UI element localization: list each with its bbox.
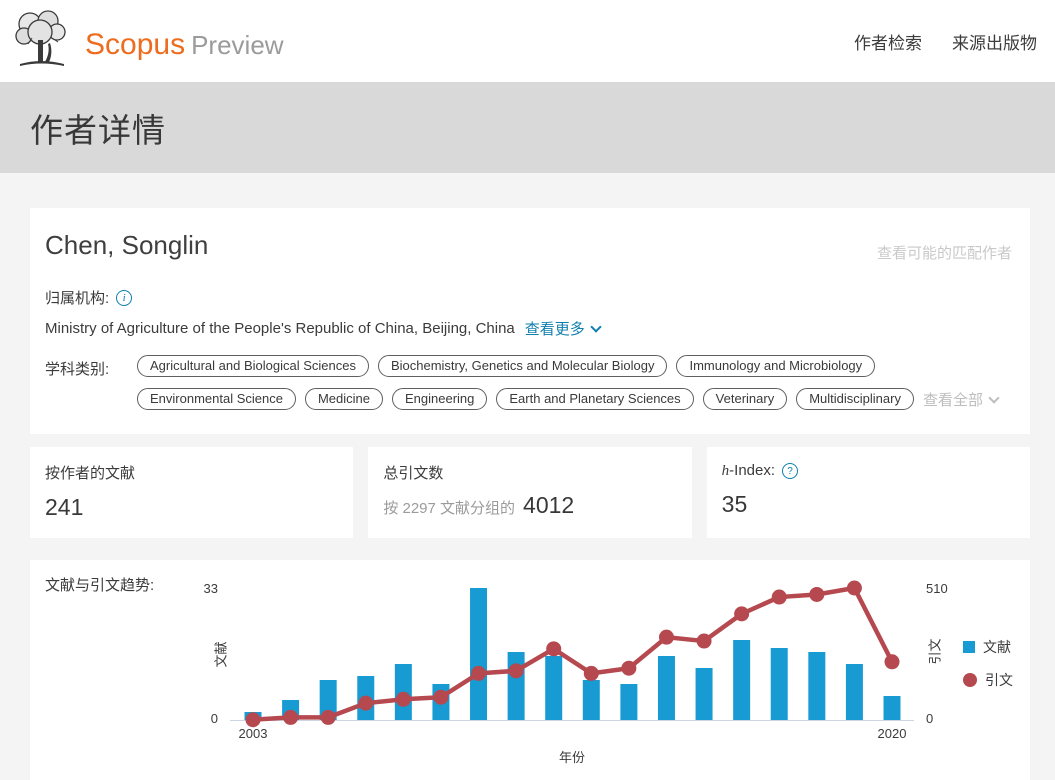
citations-metric-card: 总引文数 按 2297 文献分组的 4012 — [368, 447, 691, 538]
x-axis-first-tick: 2003 — [223, 726, 283, 741]
help-icon[interactable]: ? — [782, 463, 798, 479]
x-axis-last-tick: 2020 — [862, 726, 922, 741]
right-axis-title: 引文 — [925, 632, 944, 672]
chart-title: 文献与引文趋势: — [45, 574, 154, 595]
info-icon[interactable]: i — [116, 290, 132, 306]
left-axis-min-tick: 0 — [158, 711, 218, 726]
chart-legend: 文献 引文 — [963, 637, 1013, 690]
citations-metric-label: 总引文数 — [383, 462, 676, 483]
subject-pill: Earth and Planetary Sciences — [496, 388, 693, 410]
legend-documents[interactable]: 文献 — [963, 637, 1013, 657]
subject-pill: Biochemistry, Genetics and Molecular Bio… — [378, 355, 668, 377]
nav-sources[interactable]: 来源出版物 — [952, 29, 1037, 54]
author-card: Chen, Songlin 查看可能的匹配作者 归属机构: i Ministry… — [30, 208, 1030, 434]
hindex-metric-value: 35 — [722, 491, 1015, 518]
page-title: 作者详情 — [30, 104, 166, 152]
subject-pill: Engineering — [392, 388, 487, 410]
view-all-link[interactable]: 查看全部 — [923, 389, 998, 410]
nav-author-search[interactable]: 作者检索 — [854, 29, 922, 54]
view-more-link[interactable]: 查看更多 — [525, 318, 600, 339]
elsevier-tree-icon — [12, 8, 70, 72]
subject-pill: Multidisciplinary — [796, 388, 914, 410]
citations-grouping-text: 按 2297 文献分组的 — [383, 497, 515, 518]
brand-preview: Preview — [191, 30, 283, 60]
subject-pill: Veterinary — [703, 388, 788, 410]
subject-pill-rows: Agricultural and Biological Sciences Bio… — [137, 355, 998, 410]
legend-citations[interactable]: 引文 — [963, 670, 1013, 690]
brand-scopus: Scopus — [85, 28, 185, 61]
header-nav: 作者检索 来源出版物 — [854, 0, 1037, 82]
left-axis-title: 文献 — [211, 635, 230, 675]
chevron-down-icon — [988, 392, 999, 403]
subject-pill: Immunology and Microbiology — [676, 355, 875, 377]
x-axis-title: 年份 — [542, 747, 602, 766]
documents-legend-label: 文献 — [983, 637, 1011, 657]
subject-pill: Agricultural and Biological Sciences — [137, 355, 369, 377]
chevron-down-icon — [590, 321, 601, 332]
trend-chart-card: 文献与引文趋势: 33 0 510 0 文献 引文 2003 2020 年份 文… — [30, 560, 1030, 780]
affiliation-text: Ministry of Agriculture of the People's … — [45, 320, 515, 337]
citations-legend-label: 引文 — [985, 670, 1013, 690]
potential-matches-link[interactable]: 查看可能的匹配作者 — [877, 242, 1012, 263]
right-axis-max-tick: 510 — [926, 581, 970, 596]
documents-metric-card: 按作者的文献 241 — [30, 447, 353, 538]
documents-metric-value: 241 — [45, 494, 338, 521]
right-axis-min-tick: 0 — [926, 711, 970, 726]
page-title-banner: 作者详情 — [0, 82, 1055, 173]
top-header: ScopusPreview 作者检索 来源出版物 — [0, 0, 1055, 82]
subjects-label: 学科类别: — [45, 355, 137, 410]
scopus-author-page: ScopusPreview 作者检索 来源出版物 作者详情 Chen, Song… — [0, 0, 1055, 780]
elsevier-tree-logo[interactable] — [12, 8, 70, 72]
subject-pill: Medicine — [305, 388, 383, 410]
citations-legend-marker — [963, 673, 977, 687]
subject-pill: Environmental Science — [137, 388, 296, 410]
documents-legend-marker — [963, 641, 975, 653]
affiliation-label: 归属机构: — [45, 287, 109, 308]
metrics-row: 按作者的文献 241 总引文数 按 2297 文献分组的 4012 h-Inde… — [30, 447, 1030, 538]
documents-metric-label: 按作者的文献 — [45, 462, 338, 483]
author-name: Chen, Songlin — [45, 228, 208, 262]
citations-metric-value: 4012 — [523, 492, 574, 519]
brand-lockup: ScopusPreview — [85, 28, 284, 62]
hindex-label: h-Index: — [722, 462, 775, 480]
hindex-metric-card: h-Index: ? 35 — [707, 447, 1030, 538]
left-axis-max-tick: 33 — [158, 581, 218, 596]
